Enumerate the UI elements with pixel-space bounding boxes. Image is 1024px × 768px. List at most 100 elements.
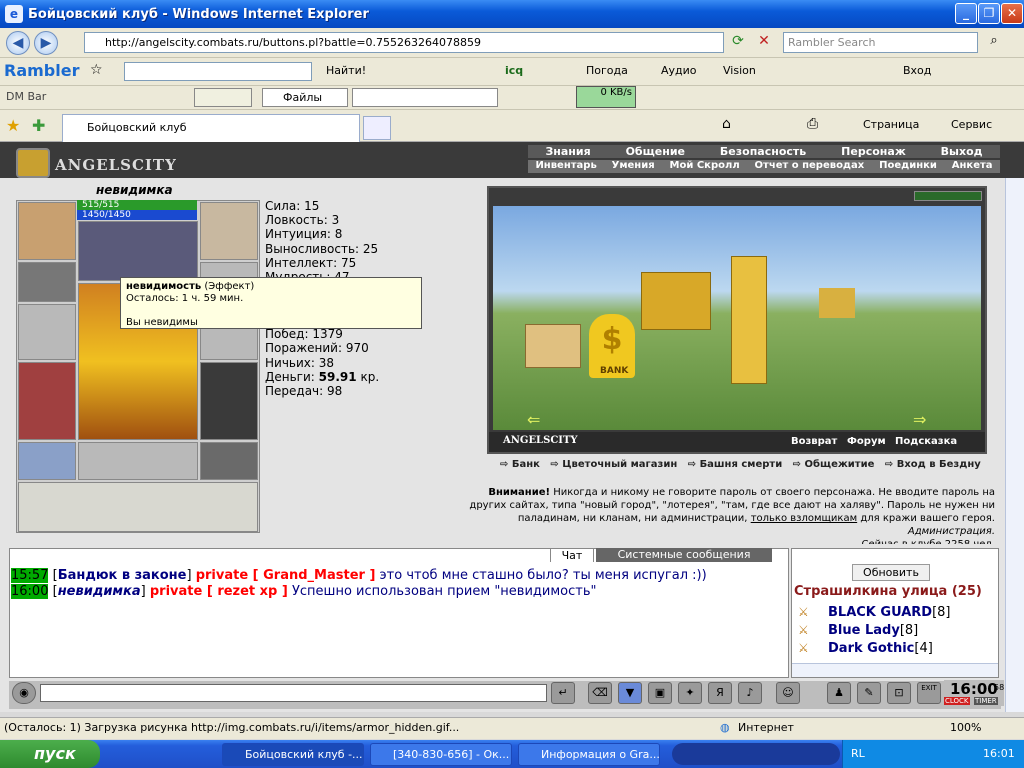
- media-player-controls[interactable]: [672, 743, 840, 765]
- exit-button[interactable]: EXIT: [917, 682, 941, 704]
- rambler-search-input[interactable]: [124, 62, 312, 81]
- menu-transfers[interactable]: Отчет о переводах: [755, 160, 865, 173]
- thieves-link[interactable]: только взломщикам: [751, 513, 857, 524]
- audio-button[interactable]: Аудио: [661, 64, 697, 77]
- search-icon[interactable]: ⌕: [983, 33, 1005, 53]
- return-link[interactable]: Возврат: [791, 436, 837, 447]
- task-info[interactable]: Информация о Gra...: [518, 743, 660, 766]
- refresh-icon[interactable]: ⟳: [728, 33, 748, 53]
- scroll-icon[interactable]: ✎: [857, 682, 881, 704]
- back-button[interactable]: ◀: [6, 31, 30, 55]
- save-icon[interactable]: ▣: [648, 682, 672, 704]
- tab-chat[interactable]: Чат: [550, 548, 594, 562]
- home-icon[interactable]: ⌂: [722, 116, 731, 132]
- flower-shop-building[interactable]: [641, 272, 711, 330]
- find-button[interactable]: Найти!: [326, 64, 366, 77]
- fight-icon[interactable]: ✦: [678, 682, 702, 704]
- flower-shop-link[interactable]: Цветочный магазин: [562, 459, 677, 470]
- online-user[interactable]: BLACK GUARD[8]: [828, 605, 951, 620]
- online-user[interactable]: Blue Lady[8]: [828, 623, 918, 638]
- gloves-slot[interactable]: [18, 262, 76, 302]
- menu-inventory[interactable]: Инвентарь: [535, 160, 596, 173]
- menu-character[interactable]: Персонаж: [841, 145, 906, 158]
- favorites-star-icon[interactable]: ★: [6, 116, 20, 135]
- ring-slots[interactable]: [78, 442, 198, 480]
- language-indicator[interactable]: RL: [851, 747, 865, 760]
- menu-communication[interactable]: Общение: [626, 145, 685, 158]
- chat-input[interactable]: [40, 684, 547, 702]
- page-scrollbar[interactable]: [1005, 142, 1024, 712]
- chat-user[interactable]: Бандюк в законе: [58, 568, 187, 583]
- forum-link[interactable]: Форум: [847, 436, 886, 447]
- tab-active[interactable]: Бойцовский клуб: [62, 114, 360, 142]
- menu-exit[interactable]: Выход: [941, 145, 983, 158]
- scroll-slots[interactable]: [18, 482, 258, 532]
- star-icon[interactable]: ☆: [90, 62, 103, 78]
- abyss-entrance-building[interactable]: [819, 288, 855, 318]
- online-user[interactable]: Dark Gothic[4]: [828, 641, 933, 656]
- weapon-slot[interactable]: [18, 304, 76, 360]
- smile-icon[interactable]: ☺: [776, 682, 800, 704]
- death-tower-building[interactable]: [731, 256, 767, 384]
- arrow-right-icon[interactable]: ⇒: [913, 410, 926, 429]
- forward-button[interactable]: ▶: [34, 31, 58, 55]
- vision-button[interactable]: Vision: [723, 64, 756, 77]
- abyss-link[interactable]: Вход в Бездну: [897, 459, 981, 470]
- address-input[interactable]: http://angelscity.combats.ru/buttons.pl?…: [84, 32, 724, 53]
- menu-security[interactable]: Безопасность: [720, 145, 806, 158]
- chat-user[interactable]: невидимка: [58, 584, 141, 599]
- add-favorite-icon[interactable]: ✚: [32, 116, 45, 135]
- files-dropdown[interactable]: Файлы: [262, 88, 348, 107]
- boots-slot[interactable]: [200, 442, 258, 480]
- menu-knowledge[interactable]: Знания: [545, 145, 590, 158]
- speaker-icon[interactable]: ◉: [12, 682, 36, 704]
- filter-icon[interactable]: ▼: [618, 682, 642, 704]
- new-tab-button[interactable]: [363, 116, 391, 140]
- minimize-button[interactable]: _: [955, 3, 977, 24]
- start-button[interactable]: пуск: [0, 740, 100, 768]
- mana-bar: 1450/1450: [77, 210, 197, 220]
- dormitory-building[interactable]: [525, 324, 581, 368]
- dormitory-link[interactable]: Общежитие: [805, 459, 875, 470]
- translit-icon[interactable]: Я: [708, 682, 732, 704]
- armor-slot[interactable]: [18, 362, 76, 440]
- page-menu[interactable]: Страница: [863, 118, 919, 131]
- clear-icon[interactable]: ⌫: [588, 682, 612, 704]
- dm-field[interactable]: [194, 88, 252, 107]
- close-button[interactable]: ✕: [1001, 3, 1023, 24]
- belt-slot[interactable]: [18, 442, 76, 480]
- helmet-slot[interactable]: [18, 202, 76, 260]
- weather-button[interactable]: Погода: [586, 64, 628, 77]
- menu-my-scroll[interactable]: Мой Скролл: [670, 160, 740, 173]
- refresh-button[interactable]: Обновить: [852, 564, 930, 581]
- legs-slot[interactable]: [200, 362, 258, 440]
- zoom-level[interactable]: 100%: [950, 718, 981, 738]
- dm-input[interactable]: [352, 88, 498, 107]
- menu-skills[interactable]: Умения: [612, 160, 655, 173]
- stop-icon[interactable]: ✕: [754, 33, 774, 53]
- send-icon[interactable]: ↵: [551, 682, 575, 704]
- task-ie[interactable]: Бойцовский клуб -...: [222, 743, 364, 766]
- print-icon[interactable]: ⎙: [807, 116, 818, 132]
- rune-slots[interactable]: [78, 221, 198, 281]
- menu-profile[interactable]: Анкета: [952, 160, 993, 173]
- chat-panel[interactable]: 15:57 [Бандюк в законе] private [ Grand_…: [9, 548, 789, 678]
- arrow-left-icon[interactable]: ⇐: [527, 410, 540, 429]
- task-icq[interactable]: [340-830-656] - Ок...: [370, 743, 512, 766]
- bank-link[interactable]: Банк: [512, 459, 540, 470]
- search-input[interactable]: Rambler Search: [783, 32, 978, 53]
- death-tower-link[interactable]: Башня смерти: [700, 459, 783, 470]
- login-button[interactable]: Вход: [903, 64, 931, 77]
- city-map-image[interactable]: $ BANK ⇐ ⇒: [493, 206, 981, 430]
- online-scrollbar[interactable]: [792, 663, 998, 677]
- earrings-slot[interactable]: [200, 202, 258, 260]
- hint-link[interactable]: Подсказка: [895, 436, 957, 447]
- icq-button[interactable]: icq: [505, 64, 523, 77]
- maximize-button[interactable]: ❐: [978, 3, 1000, 24]
- lock-icon[interactable]: ⊡: [887, 682, 911, 704]
- sound-icon[interactable]: ♪: [738, 682, 762, 704]
- service-menu[interactable]: Сервис: [951, 118, 992, 131]
- menu-duels[interactable]: Поединки: [879, 160, 937, 173]
- tab-system-messages[interactable]: Системные сообщения: [596, 548, 772, 562]
- bag-icon[interactable]: ♟: [827, 682, 851, 704]
